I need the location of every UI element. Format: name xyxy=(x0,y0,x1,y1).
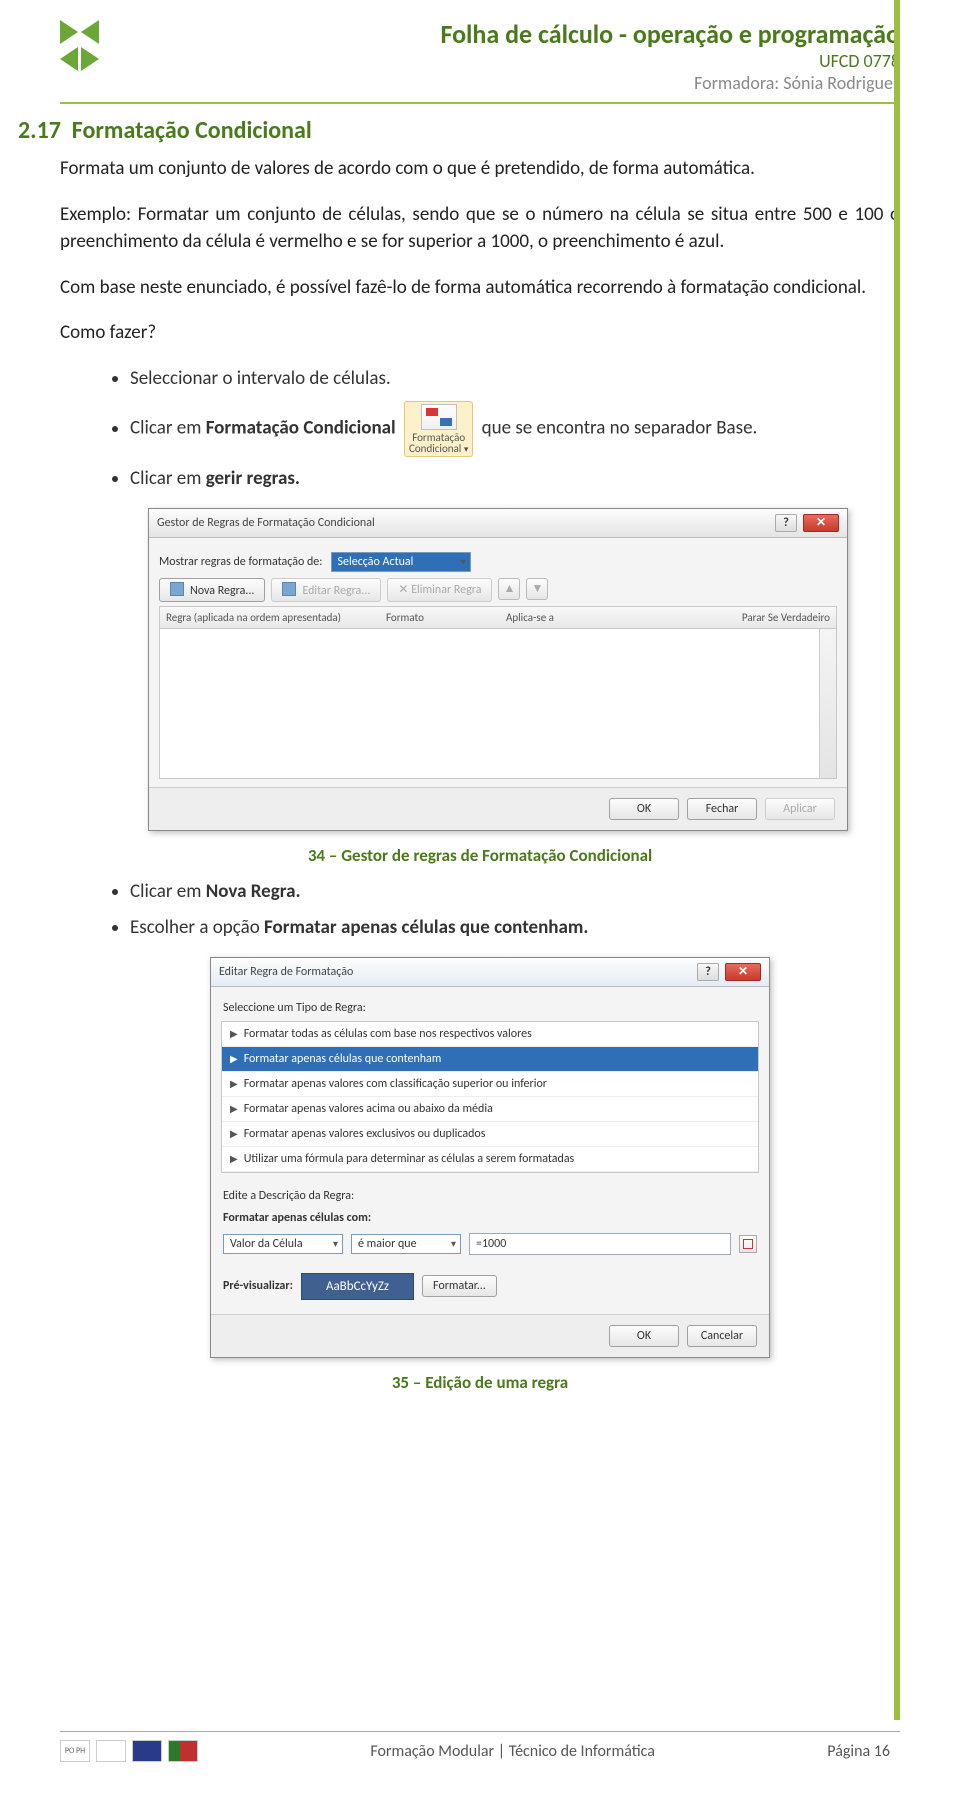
figure-caption-35: 35 – Edição de uma regra xyxy=(60,1372,900,1393)
delete-rule-button[interactable]: ✕ Eliminar Regra xyxy=(387,578,492,602)
rules-grid-header: Regra (aplicada na ordem apresentada) Fo… xyxy=(159,606,837,629)
rule-type-list[interactable]: ▶Formatar todas as células com base nos … xyxy=(221,1021,759,1173)
rule-type-item: ▶Formatar apenas valores acima ou abaixo… xyxy=(222,1097,758,1122)
ok-button-2[interactable]: OK xyxy=(609,1325,679,1347)
close-button[interactable]: ✕ xyxy=(803,514,839,532)
rule-type-item: ▶Formatar apenas valores exclusivos ou d… xyxy=(222,1122,758,1147)
bullet-new-rule: Clicar em Nova Regra. xyxy=(130,878,900,907)
doc-title: Folha de cálculo - operação e programaçã… xyxy=(128,18,900,50)
conditional-format-ribbon-icon: Formatação Condicional ▾ xyxy=(404,401,473,457)
doc-code: UFCD 0778 xyxy=(128,50,900,72)
page-header: Folha de cálculo - operação e programaçã… xyxy=(60,18,900,104)
bullet-select-range: Seleccionar o intervalo de células. xyxy=(130,365,900,394)
figure-caption-34: 34 – Gestor de regras de Formatação Cond… xyxy=(60,845,900,866)
rule-type-item: ▶Utilizar uma fórmula para determinar as… xyxy=(222,1147,758,1172)
right-accent-bar xyxy=(894,0,900,1720)
bullet-format-cells-contain: Escolher a opção Formatar apenas células… xyxy=(130,914,900,943)
dialog-title: Gestor de Regras de Formatação Condicion… xyxy=(157,516,775,530)
footer-page-number: Página 16 xyxy=(827,1742,900,1761)
value-field[interactable]: =1000 xyxy=(469,1233,731,1255)
move-up-button[interactable]: ▲ xyxy=(498,578,520,600)
close-button-footer[interactable]: Fechar xyxy=(687,798,757,820)
rule-type-item: ▶Formatar apenas valores com classificaç… xyxy=(222,1072,758,1097)
preview-label: Pré-visualizar: xyxy=(223,1279,293,1293)
footer-logo-eu xyxy=(132,1740,162,1762)
dialog2-title: Editar Regra de Formatação xyxy=(219,965,697,979)
footer-logo-pt xyxy=(168,1740,198,1762)
operator-combo[interactable]: é maior que xyxy=(351,1234,461,1254)
cancel-button[interactable]: Cancelar xyxy=(687,1325,757,1347)
move-down-button[interactable]: ▼ xyxy=(526,578,548,600)
preview-sample: AaBbCcYyZz xyxy=(301,1273,414,1300)
footer-logo-poph: PO PH xyxy=(60,1740,90,1762)
paragraph-note: Com base neste enunciado, é possível faz… xyxy=(60,274,900,302)
edit-desc-label: Edite a Descrição da Regra: xyxy=(221,1183,759,1205)
paragraph-intro: Formata um conjunto de valores de acordo… xyxy=(60,155,900,183)
apply-button[interactable]: Aplicar xyxy=(765,798,835,820)
format-only-label: Formatar apenas células com: xyxy=(221,1205,759,1227)
page-footer: PO PH Formação Modular | Técnico de Info… xyxy=(60,1731,900,1762)
rule-type-item: ▶Formatar todas as células com base nos … xyxy=(222,1022,758,1047)
paragraph-example: Exemplo: Formatar um conjunto de células… xyxy=(60,201,900,256)
format-button[interactable]: Formatar... xyxy=(422,1275,497,1297)
brand-logo xyxy=(60,18,114,72)
close-button-2[interactable]: ✕ xyxy=(725,963,761,981)
show-rules-label: Mostrar regras de formatação de: xyxy=(159,555,323,569)
paragraph-howto: Como fazer? xyxy=(60,319,900,347)
select-rule-type-label: Seleccione um Tipo de Regra: xyxy=(221,995,759,1017)
range-picker-icon[interactable] xyxy=(739,1235,757,1253)
bullet-click-cond-format: Clicar em Formatação Condicional Formata… xyxy=(130,401,900,457)
rule-type-item-selected: ▶Formatar apenas células que contenham xyxy=(222,1047,758,1072)
bullet-manage-rules: Clicar em gerir regras. xyxy=(130,465,900,494)
rules-grid-body xyxy=(159,629,837,779)
edit-rule-button[interactable]: Editar Regra... xyxy=(271,578,381,602)
help-button[interactable]: ? xyxy=(775,514,797,532)
show-rules-combo[interactable]: Selecção Actual xyxy=(331,552,471,572)
cell-value-combo[interactable]: Valor da Célula xyxy=(223,1234,343,1254)
section-heading: 2.17 Formatação Condicional xyxy=(18,116,900,145)
rules-manager-dialog: Gestor de Regras de Formatação Condicion… xyxy=(148,508,848,831)
footer-center-text: Formação Modular | Técnico de Informátic… xyxy=(198,1742,827,1761)
help-button-2[interactable]: ? xyxy=(697,963,719,981)
ok-button[interactable]: OK xyxy=(609,798,679,820)
doc-author: Formadora: Sónia Rodrigues xyxy=(128,72,900,94)
footer-logo-qren xyxy=(96,1740,126,1762)
edit-rule-dialog: Editar Regra de Formatação ? ✕ Seleccion… xyxy=(210,957,770,1358)
new-rule-button[interactable]: Nova Regra... xyxy=(159,578,265,602)
